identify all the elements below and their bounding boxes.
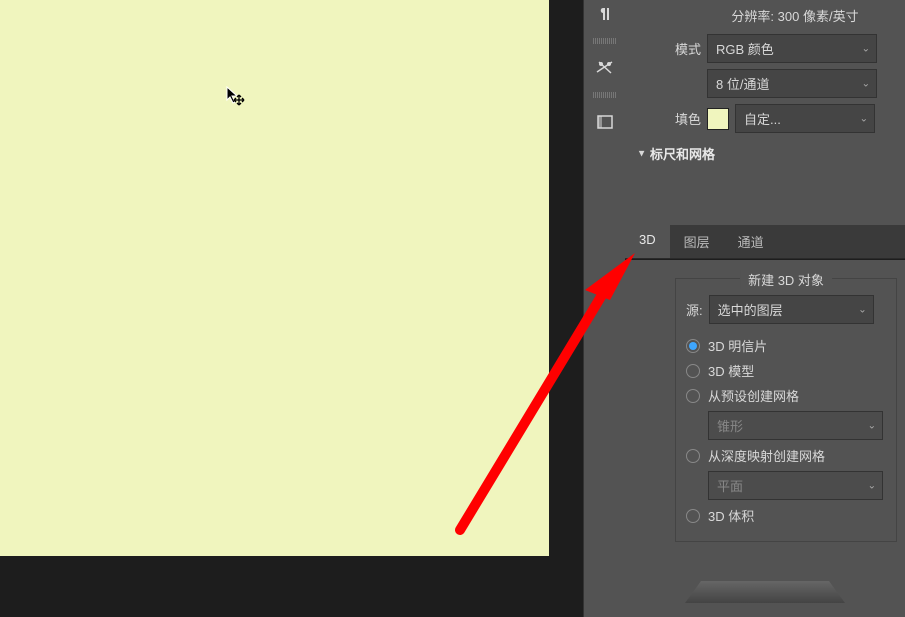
color-mode-dropdown[interactable]: RGB 颜色 ⌄: [707, 34, 877, 63]
tab-channels[interactable]: 通道: [724, 225, 778, 258]
panel-footer-slope: [625, 567, 905, 617]
3d-panel: 新建 3D 对象 源: 选中的图层 ⌄ 3D 明信片 3D 模型 从预设创建网格…: [625, 260, 905, 617]
mode-label: 模式: [633, 39, 701, 58]
ruler-grid-section-header[interactable]: ▸ 标尺和网格: [625, 136, 905, 171]
chevron-down-icon: ⌄: [858, 304, 866, 315]
radio-3d-model[interactable]: 3D 模型: [686, 361, 886, 380]
canvas[interactable]: [0, 0, 549, 556]
preset-mesh-dropdown[interactable]: 锥形 ⌄: [708, 411, 883, 440]
chevron-down-icon: ⌄: [862, 78, 870, 89]
chevron-down-icon: ⌄: [868, 420, 876, 431]
chevron-down-icon: ⌄: [862, 43, 870, 54]
radio-preset-mesh[interactable]: 从预设创建网格: [686, 386, 886, 405]
fill-label: 填色: [633, 109, 701, 128]
radio-icon: [686, 339, 700, 353]
bit-depth-dropdown[interactable]: 8 位/通道 ⌄: [707, 69, 877, 98]
slope-icon: [685, 581, 845, 603]
radio-3d-postcard[interactable]: 3D 明信片: [686, 336, 886, 355]
radio-icon: [686, 389, 700, 403]
resolution-label: 分辨率:: [731, 9, 774, 24]
tools-preset-icon[interactable]: [584, 54, 626, 81]
artboard-tool-icon[interactable]: [584, 108, 626, 135]
vertical-toolbar: [583, 0, 625, 617]
radio-3d-volume[interactable]: 3D 体积: [686, 506, 886, 525]
new-3d-object-group: 新建 3D 对象 源: 选中的图层 ⌄ 3D 明信片 3D 模型 从预设创建网格…: [675, 278, 897, 542]
paragraph-tool-icon[interactable]: [584, 0, 626, 27]
radio-icon: [686, 364, 700, 378]
panel-grip-icon[interactable]: [593, 92, 617, 98]
properties-panel: 分辨率: 300 像素/英寸 模式 RGB 颜色 ⌄ 8 位/通道 ⌄ 填色 自…: [625, 0, 905, 225]
chevron-down-icon: ▸: [636, 151, 647, 156]
fill-color-swatch[interactable]: [707, 108, 729, 130]
radio-icon: [686, 449, 700, 463]
radio-depth-mesh[interactable]: 从深度映射创建网格: [686, 446, 886, 465]
panel-tab-bar: 3D 图层 通道: [625, 225, 905, 259]
depth-mesh-dropdown[interactable]: 平面 ⌄: [708, 471, 883, 500]
panel-grip-icon[interactable]: [593, 38, 617, 44]
resolution-value[interactable]: 300 像素/英寸: [778, 9, 859, 24]
radio-icon: [686, 509, 700, 523]
source-dropdown[interactable]: 选中的图层 ⌄: [709, 295, 874, 324]
chevron-down-icon: ⌄: [868, 480, 876, 491]
tab-layers[interactable]: 图层: [670, 225, 724, 258]
source-label: 源:: [686, 300, 703, 319]
group-title: 新建 3D 对象: [740, 270, 832, 289]
tab-3d[interactable]: 3D: [625, 225, 670, 258]
chevron-down-icon: ⌄: [860, 113, 868, 124]
fill-dropdown[interactable]: 自定... ⌄: [735, 104, 875, 133]
